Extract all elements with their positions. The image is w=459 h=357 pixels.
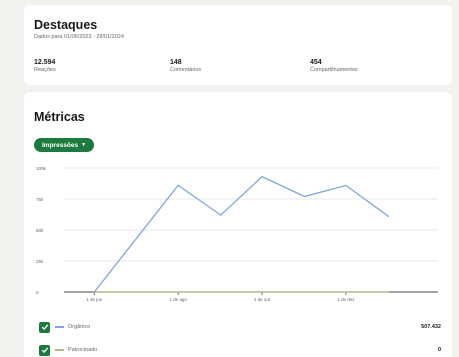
sponsored-data-point [261, 291, 263, 293]
organic-line-swatch [55, 326, 64, 328]
x-tick-label: 1 de out [254, 297, 271, 302]
organic-data-point [177, 184, 179, 186]
x-tick-label: 1 de ago [169, 297, 187, 302]
organic-series-line [93, 175, 389, 293]
organic-data-point [93, 291, 95, 293]
sponsored-data-point [177, 291, 179, 293]
organic-data-point [261, 176, 263, 178]
organic-checkbox[interactable] [39, 321, 50, 333]
organic-data-point [220, 214, 222, 216]
date-range-text: Dados para 01/06/2023 - 28/01/2024 [34, 34, 124, 40]
stat-label: Compartilhamentos [310, 67, 358, 73]
legend-label-organic: Orgânico [68, 324, 91, 330]
organic-data-point [304, 195, 306, 198]
organic-total-value: 507.432 [421, 324, 441, 330]
stat-comments: 148 Comentários [170, 59, 201, 73]
metrics-card: Métricas Impressões ▼ 0 25k 50k 75k 100k 1 de… [24, 92, 452, 357]
sponsored-data-point [220, 291, 222, 293]
y-tick-label: 25k [36, 259, 44, 264]
checkmark-icon [41, 347, 48, 354]
y-tick-label: 100k [36, 166, 47, 171]
legend-row-organic[interactable]: Orgânico 507.432 [39, 321, 441, 333]
sponsored-line-swatch [55, 349, 64, 351]
sponsored-data-point [345, 291, 347, 293]
sponsored-data-point [304, 291, 306, 293]
legend-row-sponsored[interactable]: Patrocinado 0 [39, 344, 441, 356]
legend-label-sponsored: Patrocinado [68, 347, 98, 353]
sponsored-data-point [387, 291, 390, 293]
x-tick-label: 1 de dez [337, 297, 355, 302]
stat-label: Reações [34, 67, 56, 73]
highlights-card: Destaques Dados para 01/06/2023 - 28/01/… [24, 5, 452, 85]
stat-value: 454 [310, 59, 322, 66]
y-tick-label: 75k [36, 197, 44, 202]
checkmark-icon [41, 324, 48, 331]
x-tick-label: 1 de jun [86, 297, 103, 302]
highlights-title: Destaques [34, 18, 98, 32]
organic-data-point [345, 184, 347, 186]
impressions-chart: 0 25k 50k 75k 100k 1 de jun 1 de ago 1 de out 1 … [36, 166, 438, 302]
organic-data-point [387, 215, 390, 217]
stat-label: Comentários [170, 67, 202, 73]
stat-value: 12.594 [34, 59, 56, 66]
y-tick-label: 50k [36, 228, 44, 233]
y-tick-label: 0 [36, 290, 39, 295]
sponsored-total-value: 0 [437, 347, 441, 353]
stat-reactions: 12.594 Reações [34, 59, 56, 73]
stat-shares: 454 Compartilhamentos [310, 59, 358, 73]
stat-value: 148 [170, 59, 182, 66]
sponsored-checkbox[interactable] [39, 344, 50, 356]
